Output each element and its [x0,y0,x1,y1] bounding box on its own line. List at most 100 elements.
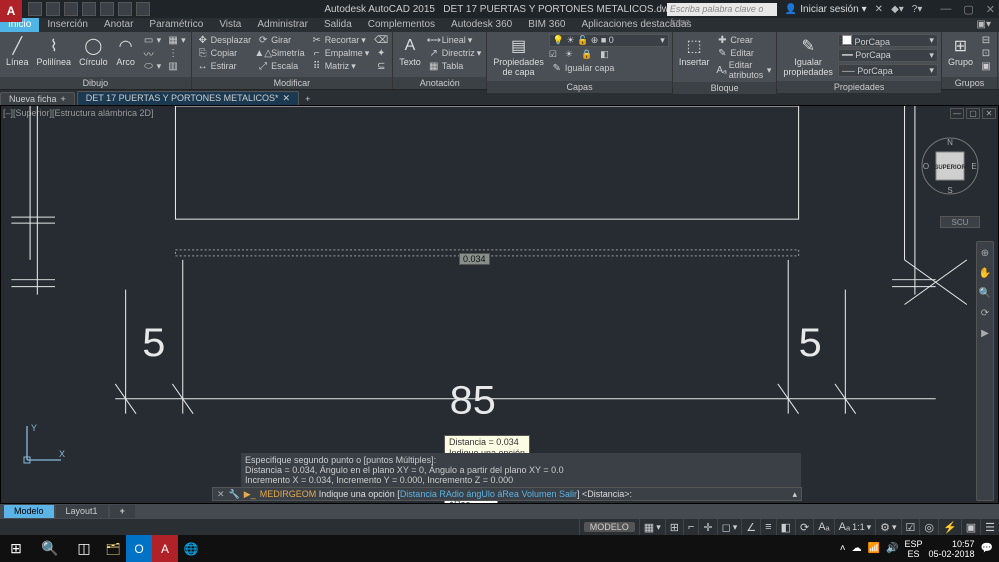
layer-combo[interactable]: 💡 ☀ 🔓 ⊕ ■ 0▾ [549,34,669,47]
trim-button[interactable]: ✂Recortar ▾ [309,34,372,46]
tab-add-icon[interactable]: + [61,94,66,104]
exchange-icon[interactable]: ✕ [875,4,883,15]
customize-status-icon[interactable]: ☰ [980,519,999,535]
edit-attr-button[interactable]: AₐEditar atributos ▾ [714,60,773,80]
tray-expand-icon[interactable]: ˄ [840,543,846,554]
layer-props-button[interactable]: ▤Propiedadesde capa [490,34,547,79]
erase-icon[interactable]: ⌫ [373,34,389,46]
task-view-button[interactable]: ◫ [68,535,100,562]
group-button[interactable]: ⊞Grupo [945,34,976,69]
table-button[interactable]: ▦Tabla [426,60,484,72]
transparency-icon[interactable]: ◧ [776,519,795,535]
rect-icon[interactable]: ▭▾ [141,34,164,46]
scale-button[interactable]: ⤢Escala [255,60,307,72]
tab-dropdown-icon[interactable]: ▣▾ [969,18,999,32]
lw-toggle-icon[interactable]: ≡ [760,519,775,535]
tray-language[interactable]: ESPES [904,539,922,559]
group-edit-icon[interactable]: ⊡ [978,47,994,59]
qat-new-icon[interactable] [28,2,42,16]
panel-title-bloque[interactable]: Bloque [673,82,777,94]
start-button[interactable]: ⊞ [0,535,32,562]
create-block-button[interactable]: ✚Crear [714,34,773,46]
linear-dim-button[interactable]: ⟷Lineal ▾ [426,34,484,46]
isolate-icon[interactable]: ◎ [919,519,938,535]
workspace-icon[interactable]: ⚙▾ [875,519,900,535]
fillet-button[interactable]: ⌐Empalme ▾ [309,47,372,59]
polar-toggle-icon[interactable]: ✛ [698,519,716,535]
add-layout-button[interactable]: + [110,505,135,518]
cycle-icon[interactable]: ⟳ [795,519,813,535]
circle-button[interactable]: ◯Círculo [76,34,111,69]
copy-button[interactable]: ⎘Copiar [195,47,254,59]
app-autocad-icon[interactable]: A [152,535,178,562]
tab-insercion[interactable]: Inserción [39,18,96,32]
scale-display[interactable]: Aₐ1:1▾ [834,519,875,535]
region-icon[interactable]: ▥ [165,60,188,72]
model-tab[interactable]: Modelo [4,505,54,518]
rotate-button[interactable]: ⟳Girar [255,34,307,46]
group-bbox-icon[interactable]: ▣ [978,60,994,72]
panel-title-propiedades[interactable]: Propiedades [777,81,941,93]
command-line[interactable]: ✕ 🔧 ▶_ MEDIRGEOM Indique una opción [Dis… [212,487,802,501]
signin-button[interactable]: 👤 Iniciar sesión ▾ [785,4,867,15]
search-button[interactable]: 🔍 [32,535,68,562]
panel-title-grupos[interactable]: Grupos [942,77,997,89]
array-button[interactable]: ⠿Matriz ▾ [309,60,372,72]
showmotion-icon[interactable]: ▶ [978,326,992,340]
minimize-button[interactable]: — [940,3,951,16]
tab-administrar[interactable]: Administrar [249,18,316,32]
spline-icon[interactable]: 〰 [141,47,164,59]
panel-title-capas[interactable]: Capas [487,81,672,93]
cmdline-history-icon[interactable]: ▴ [788,489,801,500]
layercolor-icon[interactable]: ◧ [600,49,609,60]
help-search-input[interactable]: Escriba palabra clave o frase [667,3,777,16]
ellipse-icon[interactable]: ⬭▾ [141,60,164,72]
ucs-label[interactable]: SCU [940,216,980,228]
tab-current-drawing[interactable]: DET 17 PUERTAS Y PORTONES METALICOS*✕ [77,91,299,105]
app-logo[interactable]: A [0,0,22,22]
app-outlook-icon[interactable]: O [126,535,152,562]
grid-toggle-icon[interactable]: ▦▾ [639,519,665,535]
insert-block-button[interactable]: ⬚Insertar [676,34,713,69]
tab-parametrico[interactable]: Paramétrico [141,18,211,32]
edit-block-button[interactable]: ✎Editar [714,47,773,59]
viewcube[interactable]: SUPERIOR N S E O [920,136,980,196]
layerstate-icon[interactable]: ☑ [549,49,557,60]
snap-toggle-icon[interactable]: ⊞ [665,519,683,535]
polyline-button[interactable]: ⌇Polilínea [34,34,75,69]
help-icon[interactable]: ?▾ [912,4,923,15]
mirror-button[interactable]: ▲△Simetría [255,47,307,59]
app-chrome-icon[interactable]: 🌐 [178,535,204,562]
explode-icon[interactable]: ✦ [373,47,389,59]
match-props-button[interactable]: ✎Igualarpropiedades [780,34,836,79]
qat-undo-icon[interactable] [118,2,132,16]
close-button[interactable]: ✕ [986,3,995,16]
tray-network-icon[interactable]: 📶 [868,543,880,554]
move-button[interactable]: ✥Desplazar [195,34,254,46]
tab-new-drawing[interactable]: Nueva ficha+ [0,92,75,105]
anno-scale-icon[interactable]: Aₐ [813,519,833,535]
tray-clock[interactable]: 10:5705-02-2018 [929,539,975,559]
qat-redo-icon[interactable] [136,2,150,16]
tab-close-icon[interactable]: ✕ [283,93,291,104]
otrack-toggle-icon[interactable]: ∠ [741,519,760,535]
leader-button[interactable]: ↗Directriz ▾ [426,47,484,59]
hatch-icon[interactable]: ▦▾ [165,34,188,46]
maximize-button[interactable]: ▢ [963,3,973,16]
panel-title-modificar[interactable]: Modificar [192,77,393,89]
panel-title-dibujo[interactable]: Dibujo [0,77,191,89]
qat-save-icon[interactable] [64,2,78,16]
hwaccel-icon[interactable]: ⚡ [938,519,961,535]
tray-notifications-icon[interactable]: 💬 [981,543,993,554]
drawing-area[interactable]: [–][Superior][Estructura alámbrica 2D] —… [0,105,999,504]
match-layer-button[interactable]: ✎Igualar capa [549,62,669,74]
linetype-combo[interactable]: ── PorCapa▾ [838,64,938,77]
panel-title-anotacion[interactable]: Anotación [393,77,486,89]
stay-connected-icon[interactable]: ◆▾ [891,4,904,15]
point-icon[interactable]: ⋮ [165,47,188,59]
tab-a360[interactable]: Autodesk 360 [443,18,520,32]
tab-complementos[interactable]: Complementos [360,18,443,32]
app-explorer-icon[interactable]: 🗂 [100,535,126,562]
qat-print-icon[interactable] [100,2,114,16]
tray-volume-icon[interactable]: 🔊 [886,543,898,554]
